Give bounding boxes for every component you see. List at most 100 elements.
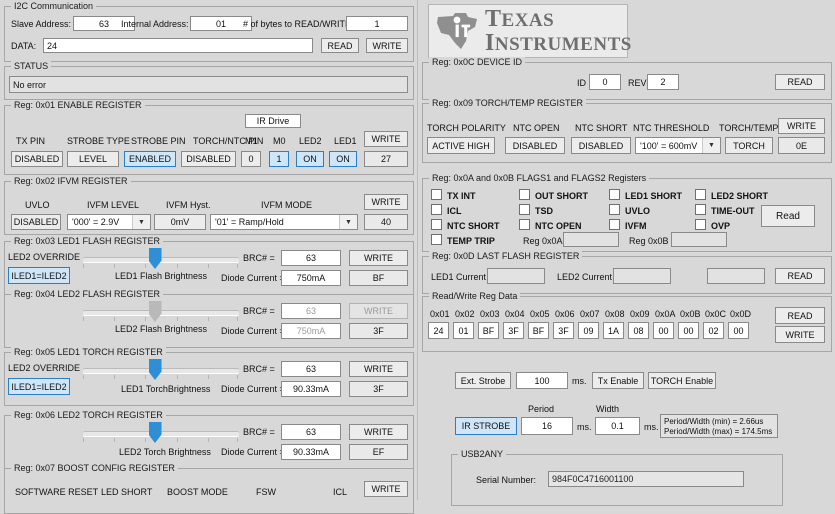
ivfm-hyst-button[interactable]: 0mV — [154, 214, 206, 230]
reg-0x01-group: Reg: 0x01 ENABLE REGISTER IR Drive TX PI… — [4, 100, 414, 175]
rw-header-0x01: 0x01 — [430, 309, 450, 319]
reg-0x06-write-button[interactable]: WRITE — [349, 424, 408, 440]
i2c-write-button[interactable]: WRITE — [366, 38, 408, 53]
reg-0x09-group: Reg: 0x09 TORCH/TEMP REGISTER TORCH POLA… — [422, 98, 832, 163]
rw-value-0x09[interactable]: 08 — [628, 322, 649, 339]
checkbox-time-out[interactable] — [695, 204, 706, 215]
uvlo-button[interactable]: DISABLED — [11, 214, 61, 230]
rw-value-0x0C[interactable]: 02 — [703, 322, 724, 339]
torch-enable-button[interactable]: TORCH Enable — [648, 372, 716, 389]
reg-0x03-write-button[interactable]: WRITE — [349, 250, 408, 266]
rw-value-0x08[interactable]: 1A — [603, 322, 624, 339]
reg-0x05-override-button[interactable]: ILED1=ILED2 — [8, 378, 70, 395]
i2c-read-button[interactable]: READ — [321, 38, 359, 53]
led1-torch-brightness-slider[interactable] — [83, 359, 239, 381]
checkbox-ivfm[interactable] — [609, 219, 620, 230]
ntc-short-button[interactable]: DISABLED — [571, 137, 631, 154]
checkbox-temp-trip[interactable] — [431, 234, 442, 245]
checkbox-ovp[interactable] — [695, 219, 706, 230]
ti-line1-rest: EXAS — [501, 9, 555, 31]
ntc-open-button[interactable]: DISABLED — [505, 137, 565, 154]
ext-strobe-button[interactable]: Ext. Strobe — [455, 372, 511, 389]
led1-flash-brightness-slider[interactable] — [83, 248, 239, 270]
rw-header-0x08: 0x08 — [605, 309, 625, 319]
reg-0x04-write-button[interactable]: WRITE — [349, 303, 408, 319]
reg-0x03-override-button[interactable]: ILED1=ILED2 — [8, 267, 70, 284]
ext-strobe-input[interactable]: 100 — [516, 372, 568, 389]
rw-value-0x02[interactable]: 01 — [453, 322, 474, 339]
reg-0x0D-read-button[interactable]: READ — [775, 268, 825, 284]
rw-header-0x04: 0x04 — [505, 309, 525, 319]
data-input[interactable]: 24 — [43, 38, 313, 53]
ir-strobe-button[interactable]: IR STROBE — [455, 417, 517, 435]
rw-header-0x02: 0x02 — [455, 309, 475, 319]
rw-read-button[interactable]: READ — [775, 307, 825, 324]
width-input[interactable]: 0.1 — [595, 417, 640, 435]
rw-write-button[interactable]: WRITE — [775, 326, 825, 343]
chevron-down-icon[interactable]: ▼ — [339, 215, 357, 229]
reg-0x05-write-button[interactable]: WRITE — [349, 361, 408, 377]
reg-0x05-group: Reg: 0x05 LED1 TORCH REGISTER LED2 OVERR… — [4, 347, 414, 406]
checkbox-uvlo[interactable] — [609, 204, 620, 215]
checkbox-ntc-open[interactable] — [519, 219, 530, 230]
strobe-pin-button[interactable]: ENABLED — [124, 151, 176, 167]
tx-pin-button[interactable]: DISABLED — [11, 151, 63, 167]
rw-value-0x03[interactable]: BF — [478, 322, 499, 339]
ivfm-level-combo[interactable]: '000' = 2.9V ▼ — [67, 214, 151, 230]
reg-0x0C-group: Reg: 0x0C DEVICE ID ID 0 REV 2 READ — [422, 57, 832, 100]
rw-value-0x04[interactable]: 3F — [503, 322, 524, 339]
reg-0x01-write-button[interactable]: WRITE — [364, 131, 408, 147]
ntc-threshold-combo[interactable]: '100' = 600mV ▼ — [635, 137, 721, 154]
checkbox-ntc-short[interactable] — [431, 219, 442, 230]
checkbox-tx-int[interactable] — [431, 189, 442, 200]
reg-0x05-brc-label: BRC# = — [243, 364, 275, 374]
checkbox-led2-short[interactable] — [695, 189, 706, 200]
ivfm-mode-combo[interactable]: '01' = Ramp/Hold ▼ — [210, 214, 358, 230]
reg-0x01-hex-value: 27 — [364, 151, 408, 167]
rw-value-0x07[interactable]: 09 — [578, 322, 599, 339]
m1-button[interactable]: 0 — [241, 151, 261, 167]
reg-0x0C-title: Reg: 0x0C DEVICE ID — [429, 57, 526, 67]
reg-0x06-diode-input[interactable]: 90.33mA — [281, 444, 341, 460]
strobe-type-button[interactable]: LEVEL — [67, 151, 119, 167]
rw-value-0x0D[interactable]: 00 — [728, 322, 749, 339]
reg-0x09-write-button[interactable]: WRITE — [778, 118, 825, 134]
chevron-down-icon[interactable]: ▼ — [132, 215, 150, 229]
tx-enable-button[interactable]: Tx Enable — [592, 372, 644, 389]
m0-button[interactable]: 1 — [269, 151, 289, 167]
checkbox-tsd[interactable] — [519, 204, 530, 215]
bytes-count-input[interactable]: 1 — [346, 16, 408, 31]
reg-0x03-brc-input[interactable]: 63 — [281, 250, 341, 266]
torch-ntc-pin-button[interactable]: DISABLED — [181, 151, 236, 167]
led2-torch-brightness-slider[interactable] — [83, 422, 239, 444]
led2-flash-brightness-slider[interactable] — [83, 301, 239, 323]
led2-button[interactable]: ON — [296, 151, 324, 167]
reg-0x02-write-button[interactable]: WRITE — [364, 194, 408, 210]
torch-temp-button[interactable]: TORCH — [725, 137, 773, 154]
reg-0x03-diode-input[interactable]: 750mA — [281, 270, 341, 286]
rw-value-0x01[interactable]: 24 — [428, 322, 449, 339]
reg-0x07-write-button[interactable]: WRITE — [364, 481, 408, 497]
ir-drive-field[interactable]: IR Drive — [245, 114, 301, 128]
rw-value-0x0B[interactable]: 00 — [678, 322, 699, 339]
chevron-down-icon[interactable]: ▼ — [702, 138, 720, 153]
flag-label-led1-short: LED1 SHORT — [625, 191, 683, 201]
flags-read-button[interactable]: Read — [761, 205, 815, 227]
reg-0x04-group: Reg: 0x04 LED2 FLASH REGISTER LED2 Flash… — [4, 289, 414, 348]
reg-0x06-brc-input[interactable]: 63 — [281, 424, 341, 440]
rw-value-0x05[interactable]: BF — [528, 322, 549, 339]
torch-polarity-button[interactable]: ACTIVE HIGH — [427, 137, 495, 154]
checkbox-icl[interactable] — [431, 204, 442, 215]
reg-0x04-brc-input[interactable]: 63 — [281, 303, 341, 319]
period-input[interactable]: 16 — [521, 417, 573, 435]
rw-value-0x06[interactable]: 3F — [553, 322, 574, 339]
period-width-min: Period/Width (min) = 2.66us — [664, 417, 764, 426]
reg-0x0C-read-button[interactable]: READ — [775, 74, 825, 90]
rw-value-0x0A[interactable]: 00 — [653, 322, 674, 339]
reg-0x05-diode-input[interactable]: 90.33mA — [281, 381, 341, 397]
checkbox-out-short[interactable] — [519, 189, 530, 200]
reg-0x04-diode-input[interactable]: 750mA — [281, 323, 341, 339]
reg-0x05-brc-input[interactable]: 63 — [281, 361, 341, 377]
led1-button[interactable]: ON — [329, 151, 357, 167]
checkbox-led1-short[interactable] — [609, 189, 620, 200]
